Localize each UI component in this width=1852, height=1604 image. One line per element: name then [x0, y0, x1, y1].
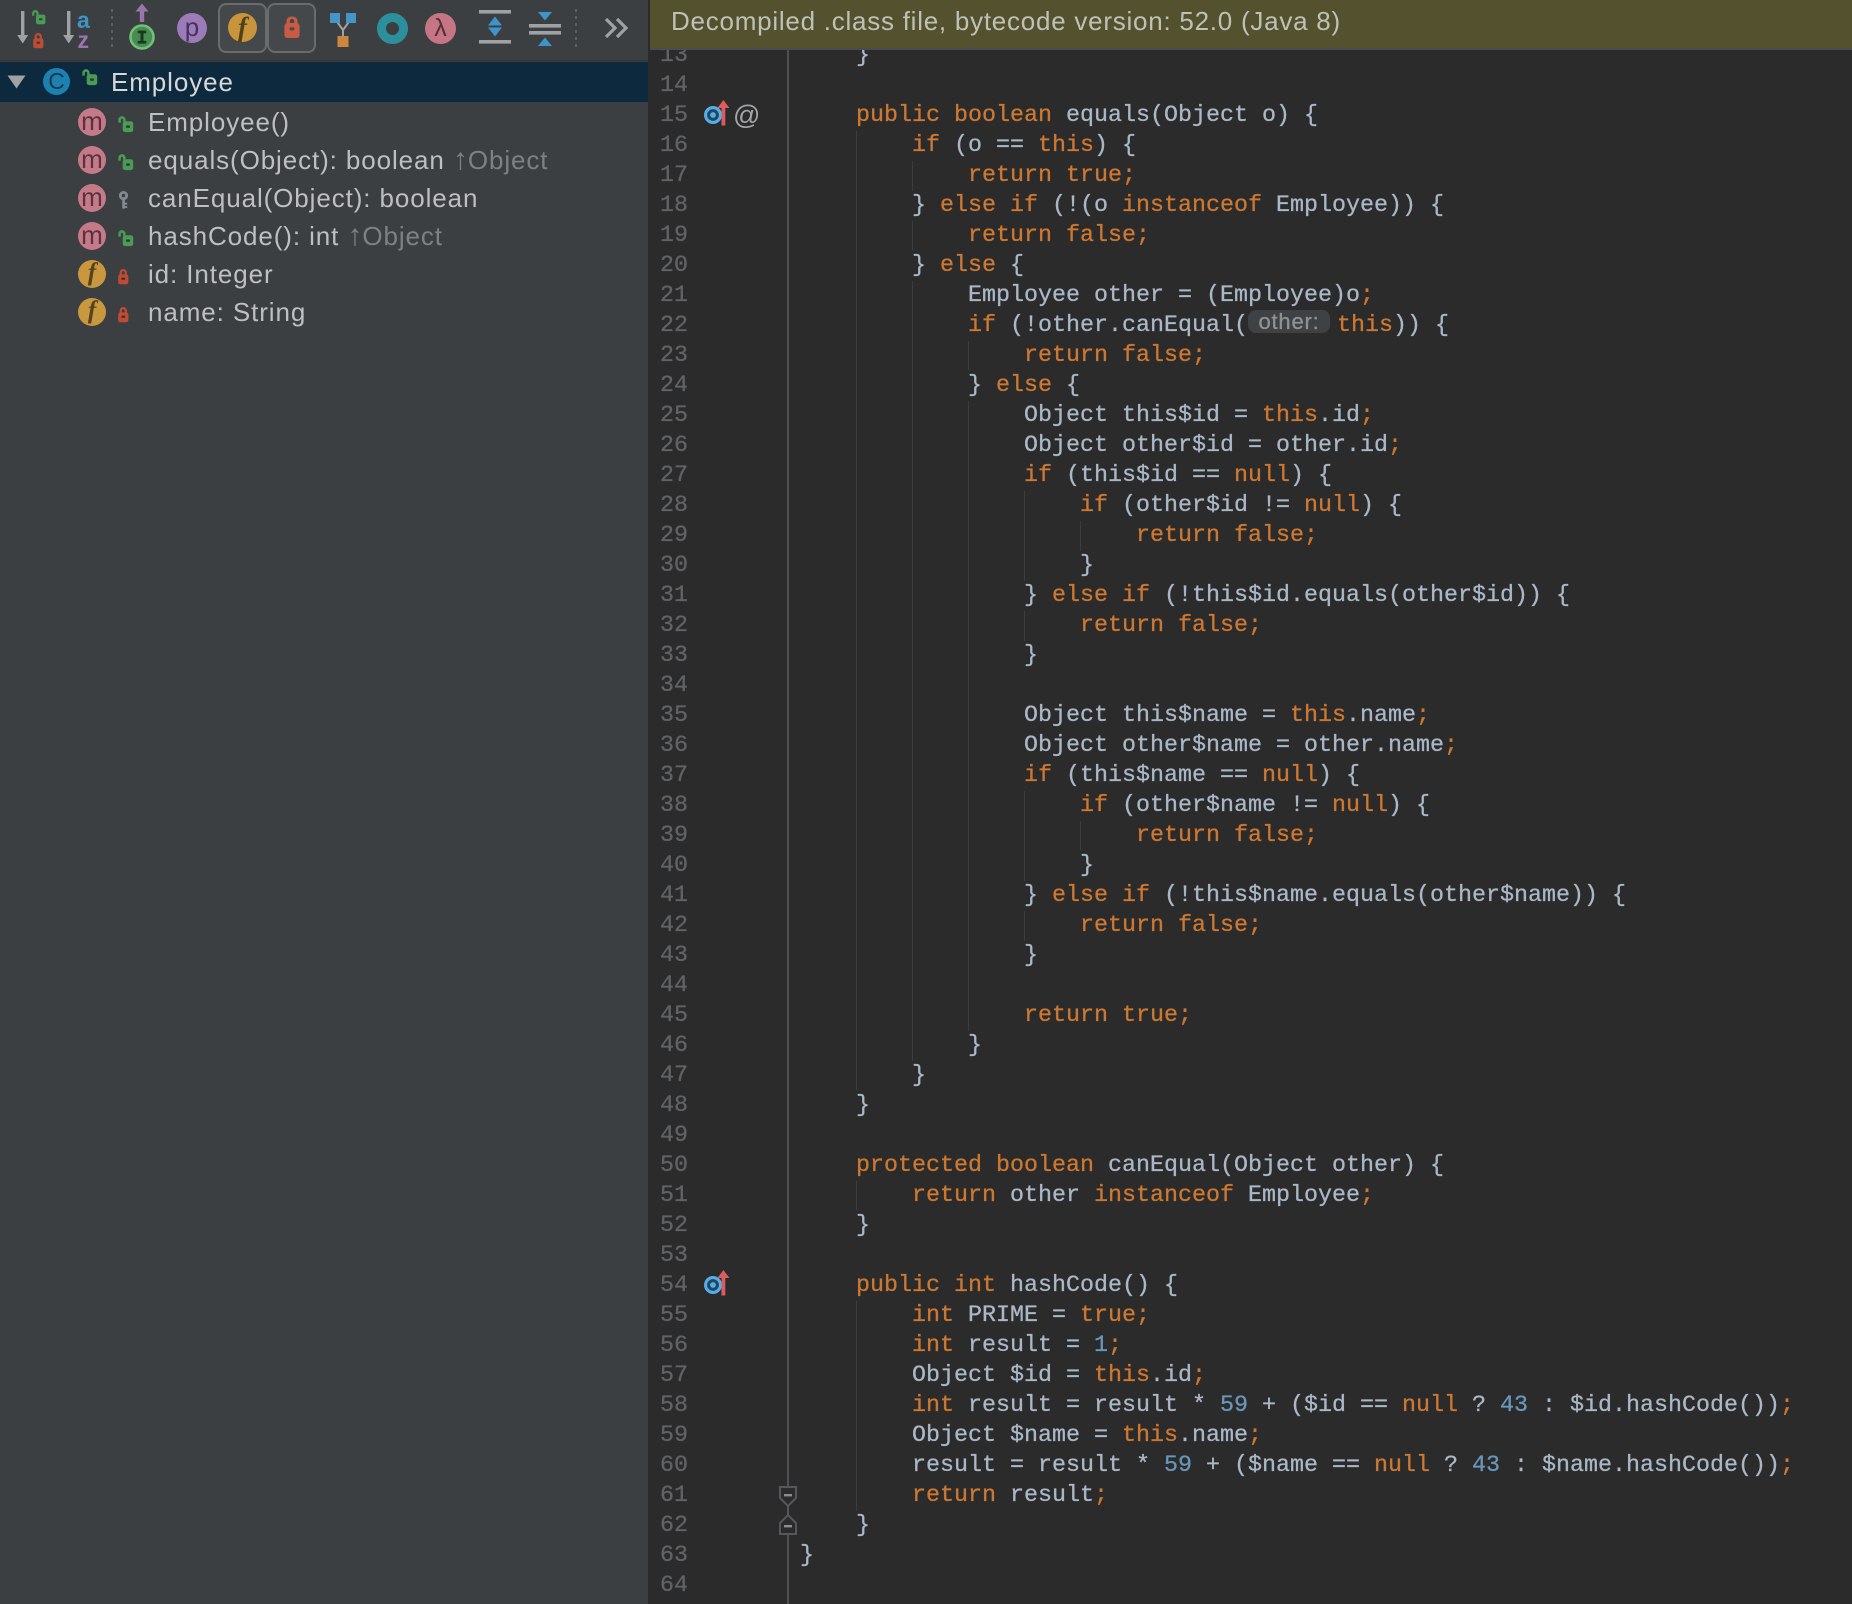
- svg-text:z: z: [78, 27, 90, 49]
